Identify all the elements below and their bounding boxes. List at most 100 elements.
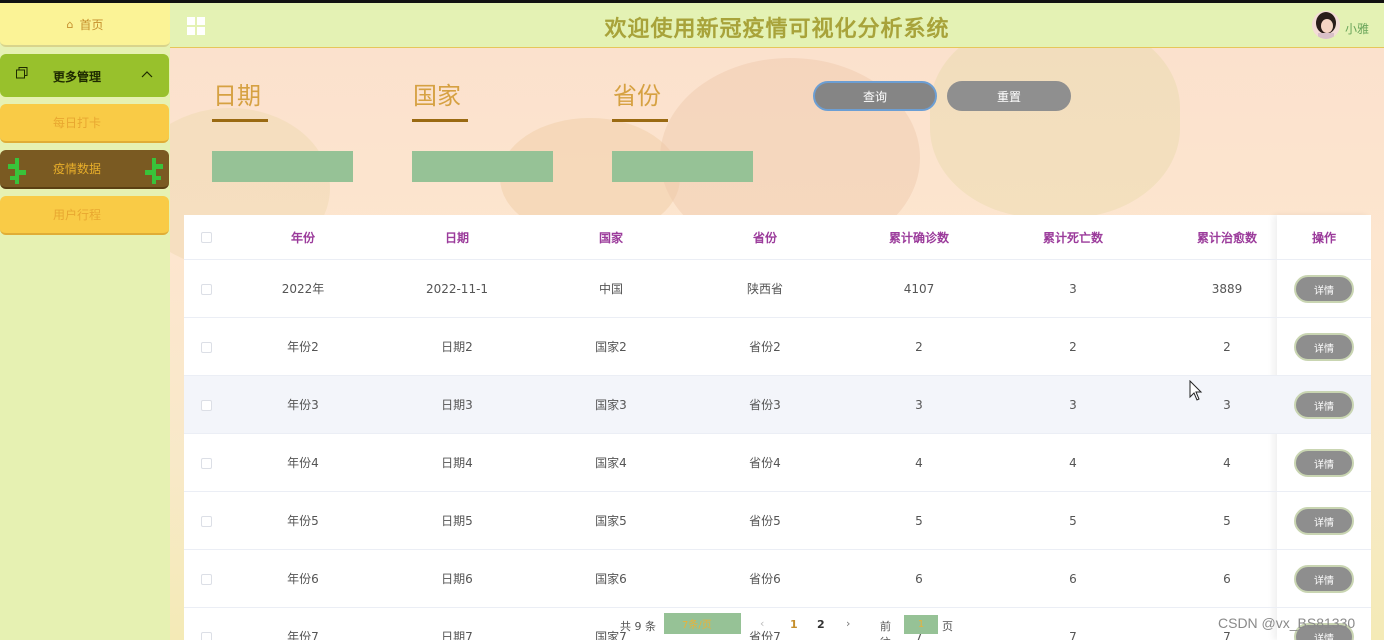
cell-deaths: 6 [1069,571,1077,586]
avatar[interactable] [1312,11,1340,39]
cell-province: 省份2 [749,340,781,354]
detail-button[interactable]: 详情 [1294,565,1354,593]
sidebar-item-daily-checkin[interactable]: 每日打卡 [0,104,169,143]
cell-province: 省份6 [749,572,781,586]
goto-label: 前往 [880,620,891,640]
column-header-date[interactable]: 日期 [382,215,532,259]
cell-country: 国家2 [595,340,627,354]
cell-confirmed: 6 [915,571,923,586]
sidebar-item-home[interactable]: ⌂ 首页 [0,3,170,47]
cell-date: 日期5 [441,514,473,528]
cell-date: 日期2 [441,340,473,354]
cell-date: 日期6 [441,572,473,586]
cell-country: 国家4 [595,456,627,470]
cell-recovered: 4 [1223,455,1231,470]
tree-icon [8,158,26,184]
cell-deaths: 5 [1069,513,1077,528]
row-checkbox[interactable] [201,574,212,585]
page-suffix-label: 页 [942,620,953,633]
page-size-select[interactable]: 7条/页 [664,613,741,634]
cell-year: 年份5 [287,514,319,528]
country-filter-input[interactable] [412,151,553,182]
date-filter-underline [212,119,268,122]
date-filter-label: 日期 [213,82,261,110]
sidebar-item-user-trip[interactable]: 用户行程 [0,196,169,235]
cell-recovered: 2 [1223,339,1231,354]
row-checkbox[interactable] [201,284,212,295]
avatar-image [1312,11,1340,39]
detail-button[interactable]: 详情 [1294,507,1354,535]
row-checkbox[interactable] [201,632,212,640]
sidebar-group-label: 更多管理 [53,70,102,84]
query-button[interactable]: 查询 [813,81,937,111]
cell-year: 年份4 [287,456,319,470]
sidebar-group-more-management[interactable]: 更多管理 [0,54,169,97]
row-checkbox[interactable] [201,342,212,353]
table-row[interactable]: 2022年 2022-11-1 中国 陕西省 4107 3 3889 详情 [184,260,1371,318]
table-row[interactable]: 年份7 日期7 国家7 省份7 7 7 7 详情 [184,608,1371,640]
background-shape [930,48,1180,218]
next-page-icon[interactable]: › [846,617,850,630]
table-row[interactable]: 年份5 日期5 国家5 省份5 5 5 5 详情 [184,492,1371,550]
country-filter-label: 国家 [413,82,461,110]
column-header-province[interactable]: 省份 [690,215,840,259]
country-filter-underline [412,119,468,122]
table-row[interactable]: 年份6 日期6 国家6 省份6 6 6 6 详情 [184,550,1371,608]
cell-year: 年份6 [287,572,319,586]
cell-confirmed: 5 [915,513,923,528]
sidebar-item-label: 每日打卡 [53,116,102,130]
chevron-up-icon [141,71,153,78]
date-filter-input[interactable] [212,151,353,182]
row-checkbox[interactable] [201,458,212,469]
cell-province: 省份5 [749,514,781,528]
cell-recovered: 5 [1223,513,1231,528]
home-icon: ⌂ [66,17,74,31]
select-all-checkbox[interactable] [201,232,212,243]
province-filter-underline [612,119,668,122]
table-row[interactable]: 年份2 日期2 国家2 省份2 2 2 2 详情 [184,318,1371,376]
page-1-button[interactable]: 1 [790,618,798,631]
user-name[interactable]: 小雅 [1345,20,1369,37]
data-table: 年份 日期 国家 省份 累计确诊数 累计死亡数 累计治愈数 操作 2022年 20… [184,215,1371,640]
goto-page-input[interactable]: 1 [904,615,938,634]
cell-deaths: 2 [1069,339,1077,354]
row-checkbox[interactable] [201,400,212,411]
column-header-year[interactable]: 年份 [228,215,378,259]
cell-confirmed: 4107 [903,281,935,296]
page-title: 欢迎使用新冠疫情可视化分析系统 [604,17,950,42]
cell-deaths: 4 [1069,455,1077,470]
tree-icon [145,158,163,184]
reset-button[interactable]: 重置 [947,81,1071,111]
cell-deaths: 3 [1069,281,1077,296]
detail-button[interactable]: 详情 [1294,275,1354,303]
sidebar-item-label: 用户行程 [53,208,102,222]
column-header-actions: 操作 [1311,230,1336,245]
cell-recovered: 3889 [1211,281,1243,296]
watermark: CSDN @vx_BS81330 [1218,615,1356,631]
mouse-cursor-icon [1189,380,1203,401]
cell-date: 日期4 [441,456,473,470]
province-filter-label: 省份 [613,82,661,110]
detail-button[interactable]: 详情 [1294,391,1354,419]
cell-deaths: 7 [1069,629,1077,640]
cell-country: 中国 [598,282,623,296]
copy-icon [16,67,28,79]
sidebar-item-epidemic-data[interactable]: 疫情数据 [0,150,169,189]
column-header-confirmed[interactable]: 累计确诊数 [844,215,994,259]
cell-recovered: 3 [1223,397,1231,412]
detail-button[interactable]: 详情 [1294,333,1354,361]
cell-year: 年份2 [287,340,319,354]
cell-confirmed: 2 [915,339,923,354]
row-checkbox[interactable] [201,516,212,527]
province-filter-input[interactable] [612,151,753,182]
detail-button[interactable]: 详情 [1294,449,1354,477]
cell-province: 省份4 [749,456,781,470]
column-header-country[interactable]: 国家 [536,215,686,259]
prev-page-icon[interactable]: ‹ [760,617,764,630]
page-2-button[interactable]: 2 [817,618,825,631]
cell-year: 2022年 [281,282,325,296]
column-header-deaths[interactable]: 累计死亡数 [998,215,1148,259]
table-row[interactable]: 年份4 日期4 国家4 省份4 4 4 4 详情 [184,434,1371,492]
cell-year: 年份7 [287,630,319,640]
cell-confirmed: 4 [915,455,923,470]
